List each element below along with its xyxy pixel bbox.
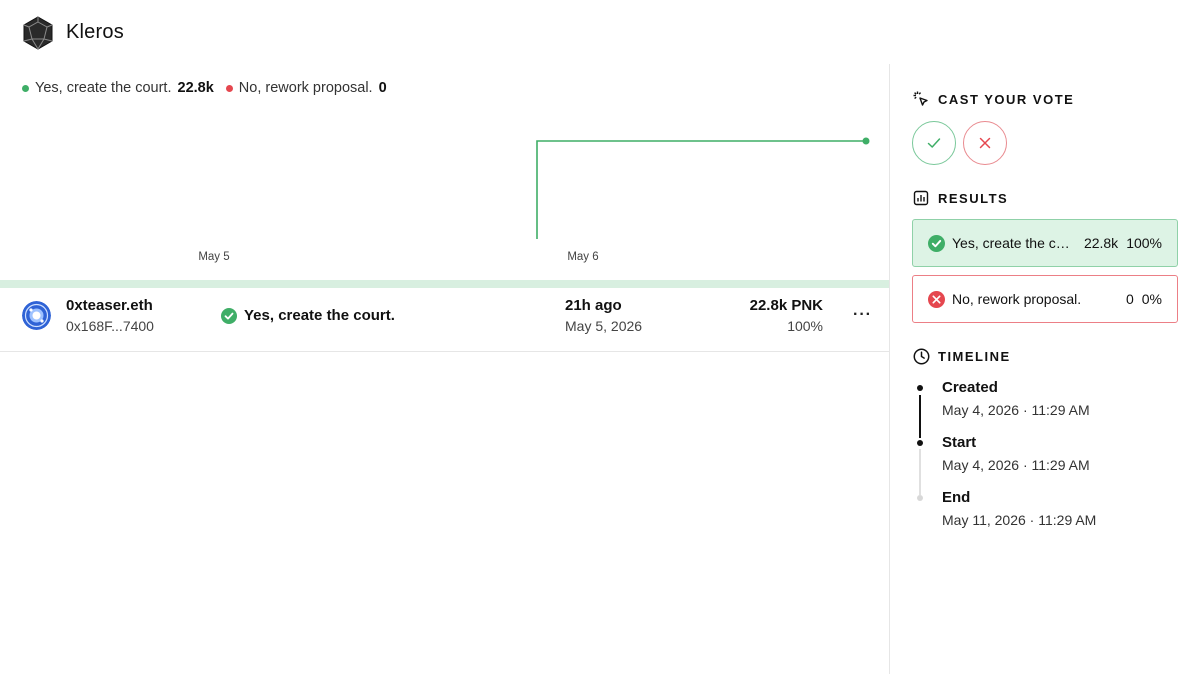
vote-chart: May 5 May 6: [0, 124, 889, 274]
result-yes-label: Yes, create the court.: [952, 235, 1076, 251]
voter-name[interactable]: 0xteaser.eth: [66, 297, 153, 314]
check-circle-icon: [221, 307, 237, 324]
vote-percent: 100%: [787, 318, 823, 334]
x-circle-icon: [928, 290, 945, 308]
x-tick-label: May 5: [198, 251, 229, 263]
avatar: [22, 301, 51, 330]
vote-no-button[interactable]: [963, 121, 1007, 165]
sidebar: CAST YOUR VOTE RESULTS Yes, create the c…: [889, 64, 1199, 674]
timeline-item-date: May 4, 2026 · 11:29 AM: [942, 457, 1090, 473]
vote-share-bar: [0, 280, 889, 288]
timeline-connector: [919, 449, 921, 495]
check-circle-icon: [928, 234, 945, 252]
vote-yes-button[interactable]: [912, 121, 956, 165]
vote-choice: Yes, create the court.: [221, 307, 395, 324]
result-yes: Yes, create the court. 22.8k 100%: [912, 219, 1178, 267]
timeline-item-date: May 4, 2026 · 11:29 AM: [942, 402, 1090, 418]
check-icon: [927, 138, 941, 148]
vote-choice-label: Yes, create the court.: [244, 307, 395, 324]
more-horizontal-icon[interactable]: ···: [853, 306, 872, 324]
timeline-item-title: End: [942, 489, 971, 506]
clock-icon: [912, 347, 930, 365]
voter-address: 0x168F...7400: [66, 318, 154, 334]
legend-no-value: 0: [378, 80, 387, 96]
result-yes-percent: 100%: [1126, 235, 1162, 251]
series-line-yes: [536, 140, 866, 239]
app-name[interactable]: Kleros: [66, 21, 124, 44]
timeline-item-title: Start: [942, 434, 977, 451]
app-header: Kleros: [0, 0, 1199, 64]
results-title-text: RESULTS: [938, 190, 1009, 206]
bar-chart-icon: [912, 189, 930, 207]
cursor-click-icon: [912, 90, 930, 108]
timeline-dot: [917, 495, 923, 501]
legend-yes-value: 22.8k: [177, 80, 214, 96]
vote-amount: 22.8k PNK: [749, 297, 823, 314]
close-icon: [979, 137, 991, 149]
result-yes-value: 22.8k: [1083, 235, 1119, 251]
result-no: No, rework proposal. 0 0%: [912, 275, 1178, 323]
results-title: RESULTS: [912, 189, 1008, 207]
vote-chart-svg: May 5 May 6: [198, 137, 870, 263]
vote-row[interactable]: 0xteaser.eth 0x168F...7400 Yes, create t…: [0, 288, 889, 352]
legend-yes-label: Yes, create the court.: [35, 80, 172, 96]
kleros-logo-icon[interactable]: [21, 16, 55, 50]
cast-vote-title: CAST YOUR VOTE: [912, 90, 1074, 108]
timeline-title-text: TIMELINE: [938, 348, 1011, 364]
chart-legend: Yes, create the court. 22.8k No, rework …: [22, 80, 399, 96]
result-no-label: No, rework proposal.: [952, 291, 1082, 307]
yes-legend-dot: [22, 84, 29, 92]
result-no-value: 0: [1125, 291, 1134, 307]
vote-date: May 5, 2026: [565, 318, 643, 334]
series-end-point[interactable]: [862, 137, 870, 145]
timeline-connector: [919, 395, 921, 438]
cast-vote-title-text: CAST YOUR VOTE: [938, 91, 1075, 107]
x-tick-label: May 6: [567, 251, 598, 263]
vote-time-ago: 21h ago: [565, 297, 622, 314]
no-legend-dot: [225, 84, 233, 92]
result-no-percent: 0%: [1141, 291, 1162, 307]
timeline-item-title: Created: [942, 379, 998, 396]
legend-no-label: No, rework proposal.: [238, 80, 373, 96]
timeline-dot: [917, 385, 923, 391]
timeline-dot: [917, 440, 923, 446]
main-content: Yes, create the court. 22.8k No, rework …: [0, 64, 889, 674]
timeline-item-date: May 11, 2026 · 11:29 AM: [942, 512, 1097, 528]
timeline-title: TIMELINE: [912, 347, 1011, 365]
